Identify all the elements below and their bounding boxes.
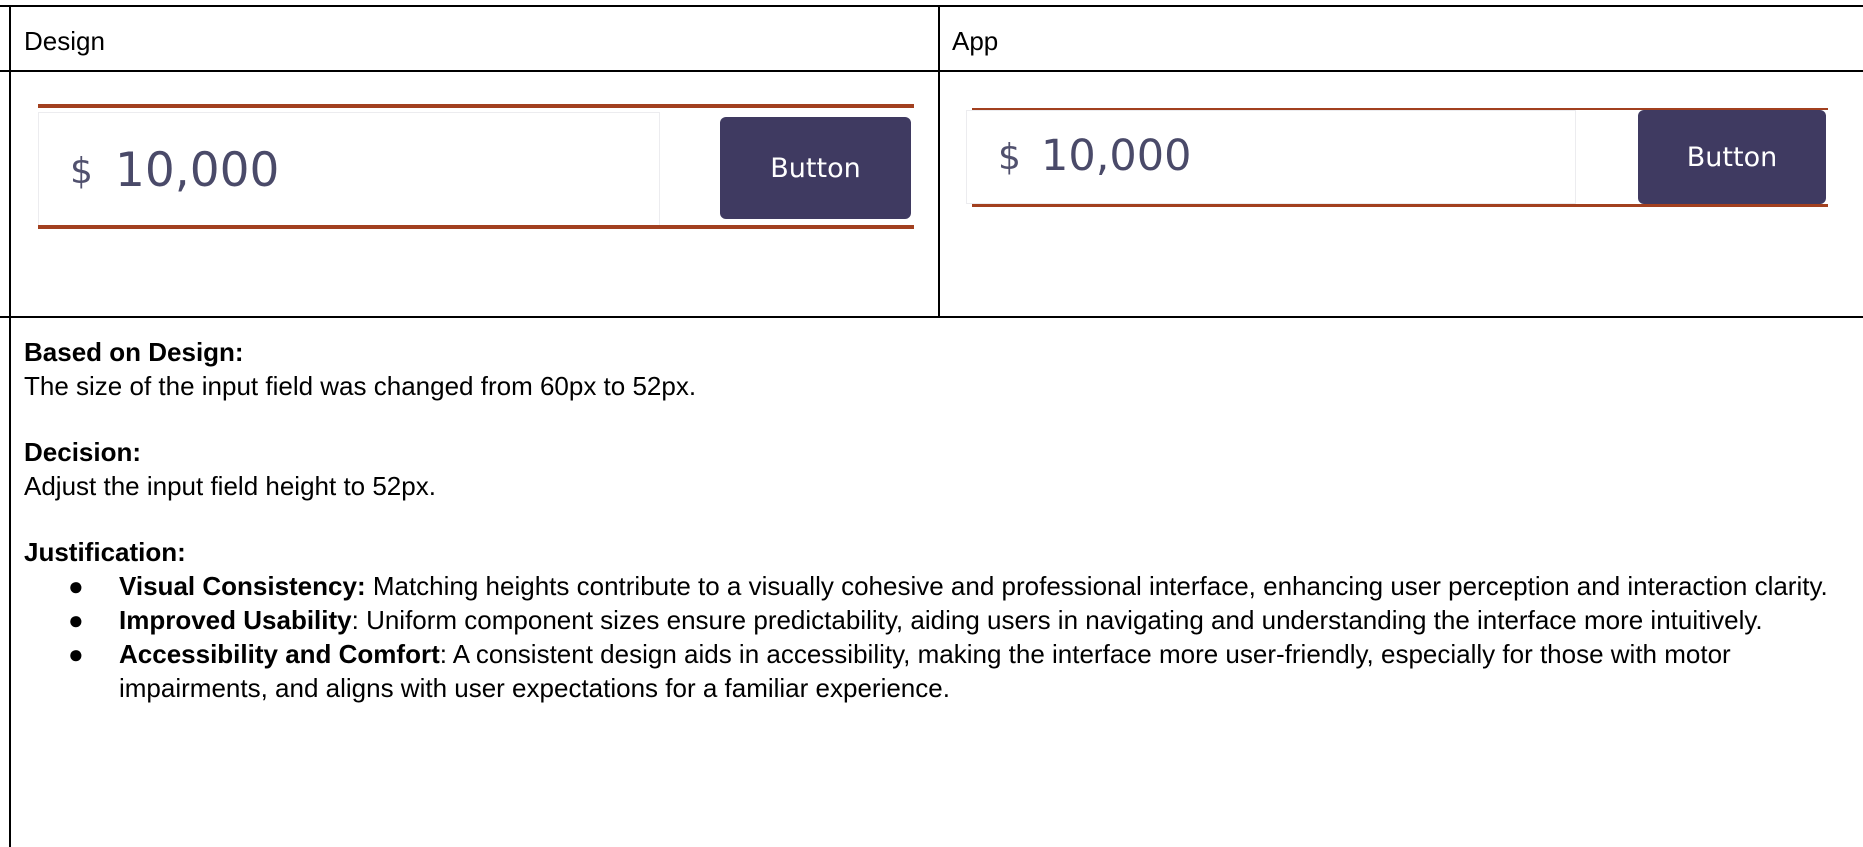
design-input-preview: $ 10,000 Button	[38, 104, 914, 231]
app-input-preview: $ 10,000 Button	[966, 108, 1828, 210]
top-accent-rule	[38, 104, 914, 108]
list-item-title: Visual Consistency:	[119, 571, 366, 601]
amount-value: 10,000	[1041, 131, 1192, 181]
list-item-text: Matching heights contribute to a visuall…	[365, 571, 1828, 601]
app-column-header: App	[952, 26, 999, 56]
list-item-title: Improved Usability	[119, 605, 352, 635]
bullet-icon: ●	[68, 571, 84, 601]
list-item: ● Improved Usability: Uniform component …	[24, 603, 1844, 637]
comparison-table: Design App $ 10,000 Button $ 10,000 Butt…	[0, 0, 1863, 847]
currency-symbol: $	[998, 137, 1021, 178]
bottom-accent-rule	[972, 204, 1828, 207]
currency-symbol: $	[70, 151, 93, 192]
design-column-header: Design	[24, 26, 105, 56]
submit-button[interactable]: Button	[720, 117, 911, 219]
based-on-heading: Based on Design:	[24, 337, 244, 367]
justification-heading: Justification:	[24, 537, 186, 567]
based-on-text: The size of the input field was changed …	[24, 371, 697, 401]
table-border-top	[0, 5, 1863, 7]
amount-input[interactable]: $ 10,000	[38, 112, 660, 226]
table-column-divider	[938, 5, 940, 318]
bullet-icon: ●	[68, 605, 84, 635]
decision-heading: Decision:	[24, 437, 142, 467]
list-item: ● Visual Consistency: Matching heights c…	[24, 569, 1844, 603]
notes-section: Based on Design: The size of the input f…	[24, 335, 1844, 705]
bullet-icon: ●	[68, 639, 84, 669]
decision-text: Adjust the input field height to 52px.	[24, 471, 436, 501]
justification-list: ● Visual Consistency: Matching heights c…	[24, 569, 1844, 705]
amount-value: 10,000	[115, 143, 280, 198]
table-header-divider	[0, 70, 1863, 72]
list-item-text: : Uniform component sizes ensure predict…	[351, 605, 1763, 635]
submit-button[interactable]: Button	[1638, 110, 1826, 204]
list-item: ● Accessibility and Comfort: A consisten…	[24, 637, 1844, 705]
bottom-accent-rule	[38, 225, 914, 229]
amount-input[interactable]: $ 10,000	[966, 110, 1576, 204]
list-item-title: Accessibility and Comfort	[119, 639, 440, 669]
table-border-left	[9, 5, 11, 847]
table-row-divider	[0, 316, 1863, 318]
